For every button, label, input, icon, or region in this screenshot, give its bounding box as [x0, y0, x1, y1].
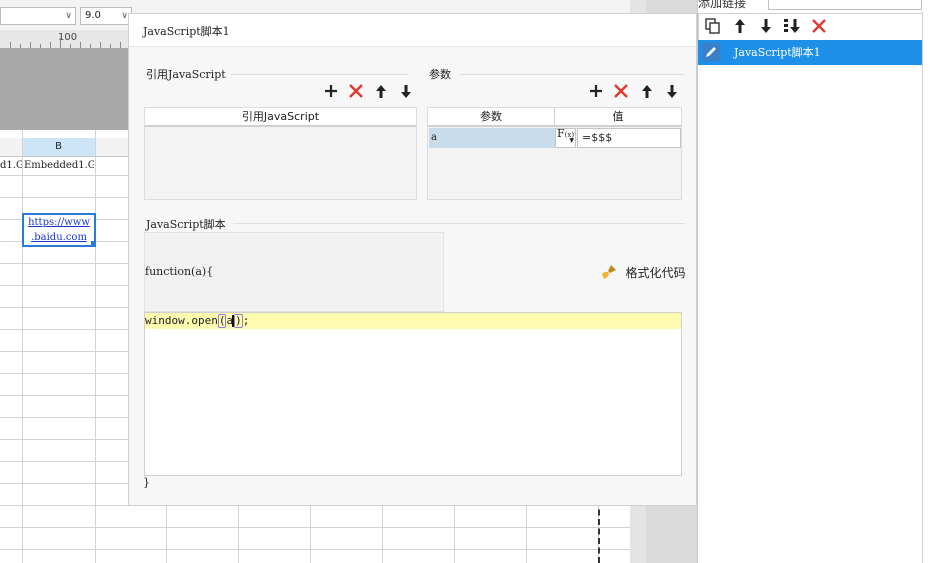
chevron-down-icon: ∨ — [65, 11, 72, 21]
divider — [459, 74, 685, 75]
link-type-select[interactable] — [768, 0, 922, 10]
code-line: window.open(a); — [145, 313, 681, 329]
param-delete-button[interactable] — [614, 84, 628, 101]
brush-icon — [601, 265, 621, 281]
params-table[interactable]: 参数 值 a F(x) ▼ =$$$ — [427, 107, 682, 200]
delete-icon[interactable] — [811, 18, 827, 38]
panel-divider — [922, 12, 923, 563]
param-add-button[interactable] — [589, 84, 603, 101]
hyperlink-line-2[interactable]: .baidu.com — [24, 230, 94, 245]
cell-b1[interactable]: Embedded1.G — [24, 157, 94, 175]
javascript-dialog: JavaScript脚本1 引用JavaScript 引用JavaScript … — [128, 13, 697, 506]
hyperlink-list-item-selected[interactable]: JavaScript脚本1 — [698, 40, 922, 65]
params-column-name: 参数 — [428, 108, 555, 127]
param-name-cell[interactable]: a — [429, 128, 555, 148]
params-section-title: 参数 — [429, 68, 451, 81]
function-signature: function(a){ — [145, 265, 214, 278]
hyperlink-line-1[interactable]: https://www — [24, 215, 94, 230]
dialog-title-bar: JavaScript脚本1 — [129, 14, 696, 47]
formula-button[interactable]: F(x) ▼ — [555, 128, 576, 148]
ref-js-add-button[interactable] — [324, 84, 338, 101]
param-move-up-button[interactable] — [641, 84, 653, 102]
ref-js-column-header: 引用JavaScript — [145, 108, 416, 127]
params-column-value: 值 — [555, 108, 681, 127]
panel-header: 添加链接 — [698, 0, 931, 12]
param-move-down-button[interactable] — [666, 84, 678, 102]
dialog-title: JavaScript脚本1 — [143, 25, 230, 38]
pencil-icon — [702, 43, 720, 61]
ref-js-delete-button[interactable] — [349, 84, 363, 101]
table-row[interactable]: a F(x) ▼ =$$$ — [429, 128, 681, 148]
chevron-down-icon: ∨ — [121, 11, 128, 21]
cell-a1[interactable]: d1.G — [0, 157, 22, 175]
arrow-up-icon[interactable] — [733, 18, 747, 38]
arrow-down-icon[interactable] — [759, 18, 773, 38]
code-editor[interactable]: window.open(a); — [144, 312, 682, 476]
hyperlink-panel: 添加链接 JavaScript脚本1 — [697, 0, 931, 563]
panel-header-label: 添加链接 — [698, 0, 747, 10]
canvas-gray-area — [0, 48, 128, 130]
column-header-b[interactable]: B — [22, 138, 95, 156]
selected-hyperlink-cell[interactable]: https://www .baidu.com — [22, 213, 96, 247]
ref-js-table[interactable]: 引用JavaScript — [144, 107, 417, 200]
ref-js-section-title: 引用JavaScript — [146, 68, 226, 81]
format-code-button[interactable]: 格式化代码 — [601, 263, 685, 283]
sort-down-icon[interactable] — [783, 18, 801, 38]
format-code-label: 格式化代码 — [625, 266, 686, 280]
script-section-title: JavaScript脚本 — [146, 218, 226, 231]
param-value-field[interactable]: =$$$ — [577, 128, 681, 148]
divider — [233, 223, 685, 224]
font-size-select[interactable]: 9.0 ∨ — [80, 7, 132, 25]
font-name-select[interactable]: ∨ — [0, 7, 76, 25]
function-close-brace: } — [143, 476, 150, 489]
divider — [231, 74, 409, 75]
ref-js-move-down-button[interactable] — [400, 84, 412, 102]
page-break-line — [598, 500, 600, 563]
panel-toolbar — [698, 13, 923, 41]
ruler: 100 — [0, 30, 128, 49]
hyperlink-list-item-label: JavaScript脚本1 — [734, 46, 821, 59]
fill-handle[interactable] — [91, 241, 96, 246]
copy-icon[interactable] — [705, 18, 721, 38]
ref-js-move-up-button[interactable] — [375, 84, 387, 102]
caret-down-icon: ▼ — [569, 137, 574, 144]
